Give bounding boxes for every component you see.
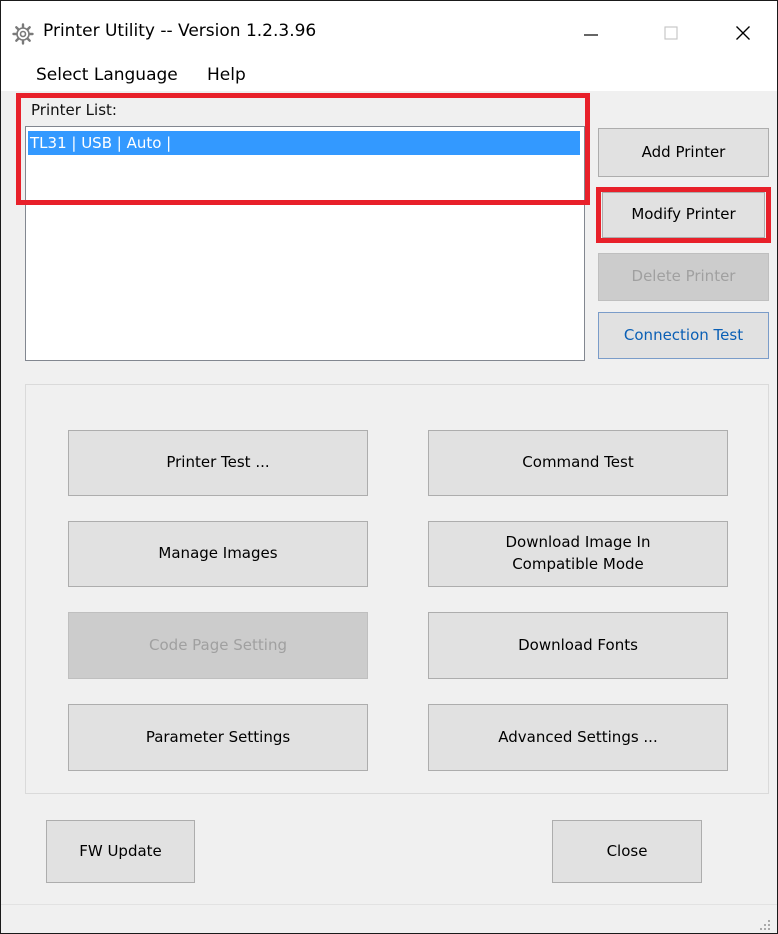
title-bar[interactable]: Printer Utility -- Version 1.2.3.96	[1, 1, 777, 61]
gear-icon	[12, 23, 34, 45]
command-test-button[interactable]: Command Test	[428, 430, 728, 496]
printer-list-item[interactable]: TL31 | USB | Auto |	[28, 131, 580, 155]
maximize-icon	[661, 23, 681, 47]
close-icon	[733, 23, 753, 47]
status-bar	[1, 904, 777, 933]
printer-list-label: Printer List:	[31, 101, 117, 119]
menu-help[interactable]: Help	[207, 65, 246, 85]
connection-test-button[interactable]: Connection Test	[598, 312, 769, 359]
download-image-label-line2: Compatible Mode	[512, 555, 644, 573]
menu-select-language[interactable]: Select Language	[36, 65, 178, 85]
maximize-button[interactable]	[641, 13, 701, 57]
manage-images-button[interactable]: Manage Images	[68, 521, 368, 587]
menu-bar: Select Language Help	[1, 61, 777, 91]
minimize-button[interactable]	[561, 13, 621, 57]
add-printer-button[interactable]: Add Printer	[598, 128, 769, 177]
advanced-settings-button[interactable]: Advanced Settings ...	[428, 704, 728, 771]
modify-printer-button[interactable]: Modify Printer	[602, 192, 765, 238]
window-title: Printer Utility -- Version 1.2.3.96	[43, 21, 317, 41]
download-image-compatible-button[interactable]: Download Image In Compatible Mode	[428, 521, 728, 587]
download-image-label-line1: Download Image In	[505, 533, 651, 552]
download-fonts-button[interactable]: Download Fonts	[428, 612, 728, 679]
printer-test-button[interactable]: Printer Test ...	[68, 430, 368, 496]
resize-grip-icon[interactable]	[759, 916, 771, 930]
close-button[interactable]: Close	[552, 820, 702, 883]
delete-printer-button: Delete Printer	[598, 253, 769, 301]
parameter-settings-button[interactable]: Parameter Settings	[68, 704, 368, 771]
fw-update-button[interactable]: FW Update	[46, 820, 195, 883]
code-page-setting-button: Code Page Setting	[68, 612, 368, 679]
minimize-icon	[581, 23, 601, 47]
printer-utility-window: Printer Utility -- Version 1.2.3.96 Sele…	[0, 0, 778, 934]
close-window-button[interactable]	[713, 13, 773, 57]
printer-listbox[interactable]: TL31 | USB | Auto |	[25, 126, 585, 361]
